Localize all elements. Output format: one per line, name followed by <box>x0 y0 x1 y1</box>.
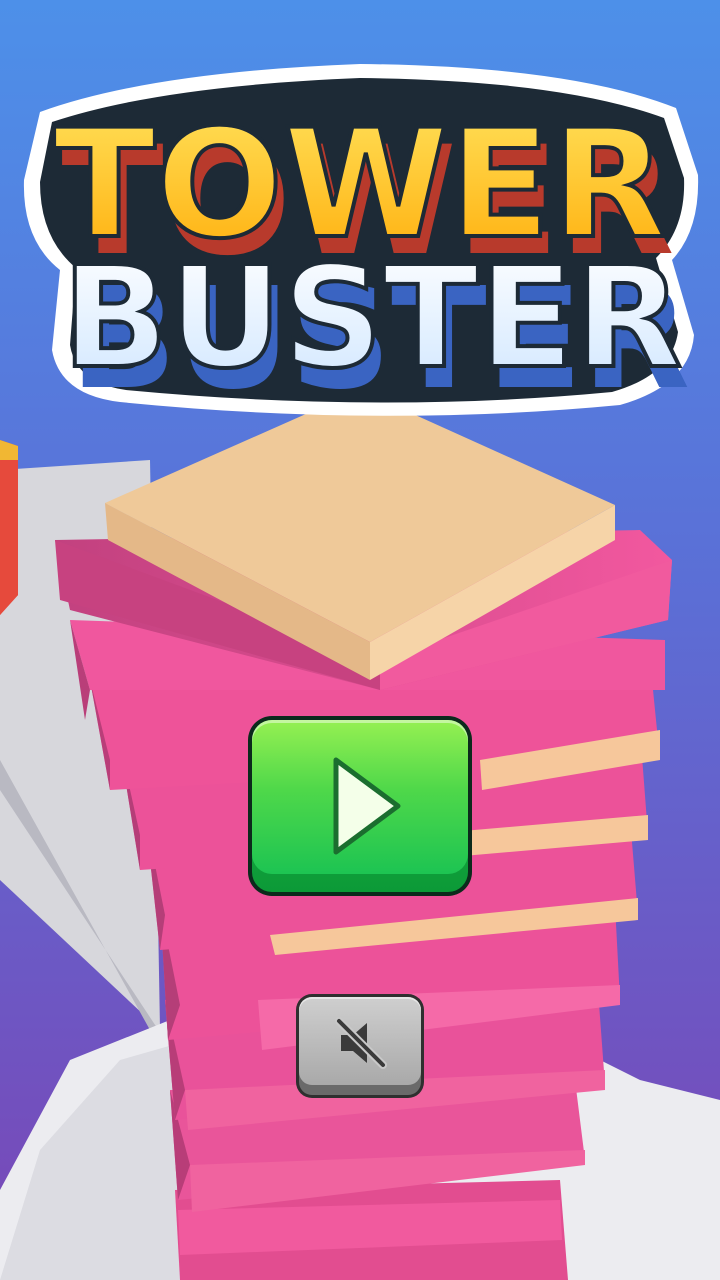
play-icon <box>333 757 401 855</box>
speaker-muted-icon <box>335 1017 387 1069</box>
sound-toggle-button[interactable] <box>296 994 424 1098</box>
title-buster-face: BUSTER <box>62 237 682 400</box>
side-block <box>0 440 18 615</box>
play-button[interactable] <box>248 716 472 896</box>
game-logo: TOWER TOWER BUSTER BUSTER <box>0 60 720 421</box>
